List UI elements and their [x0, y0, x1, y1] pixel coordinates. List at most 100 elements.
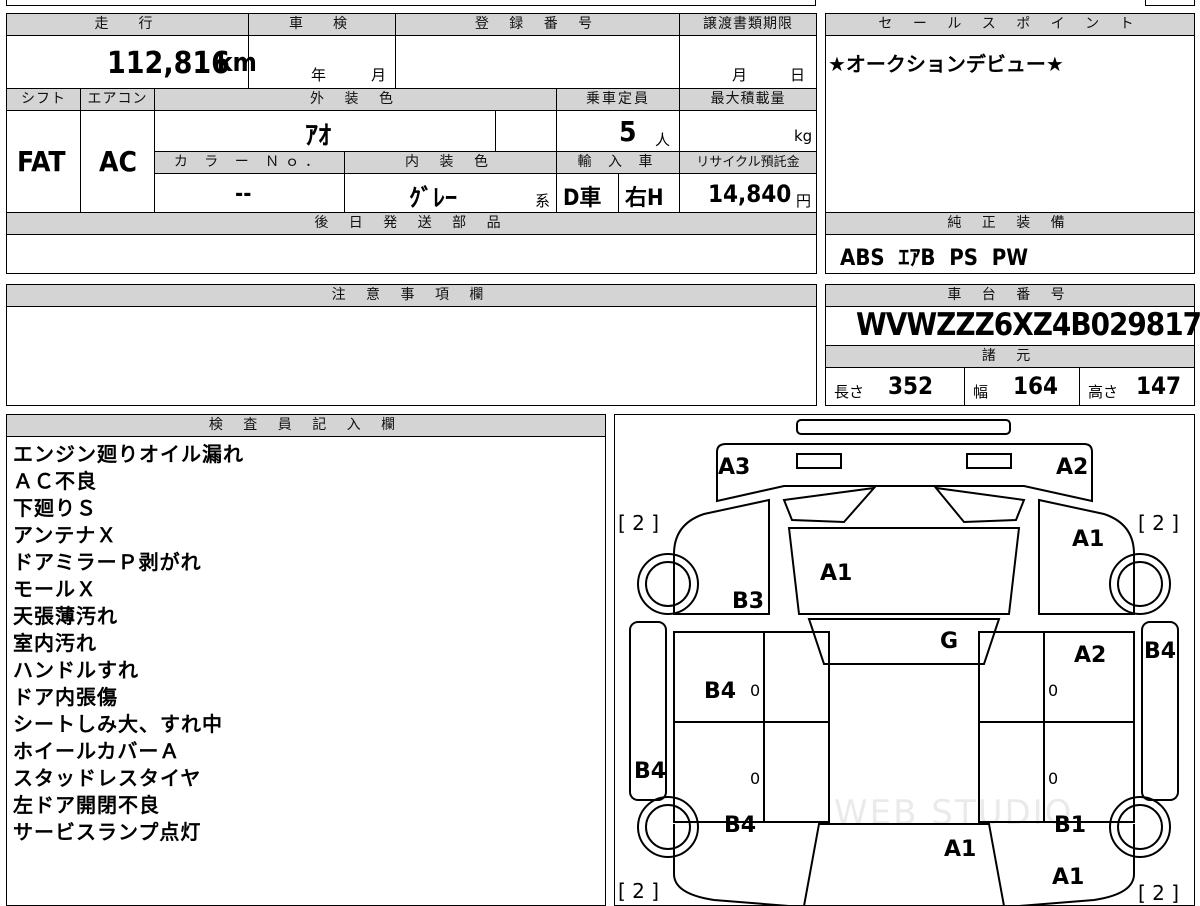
capacity-value: 5 — [619, 115, 637, 148]
width-label: 幅 — [973, 383, 989, 401]
notes-cell — [6, 306, 817, 406]
inspection-year: 年 — [311, 66, 327, 84]
transfer-month: 月 — [732, 66, 748, 84]
chassis-number: WVWZZZ6XZ4B029817 — [856, 307, 1200, 343]
grille-left-shape — [782, 486, 877, 524]
steering-value: 右H — [625, 186, 664, 211]
inspector-line: モールＸ — [13, 577, 97, 601]
mark-front-left: A3 — [718, 455, 750, 480]
length-value: 352 — [888, 372, 934, 400]
import-value: D車 — [563, 186, 602, 211]
mileage-cell: 112,816 km — [6, 35, 257, 89]
sales-point-cell: ★オークションデビュー★ — [825, 35, 1195, 213]
inspector-line: エンジン廻りオイル漏れ — [13, 442, 244, 466]
inspector-line: スタッドレスタイヤ — [13, 766, 202, 790]
length-label: 長さ — [834, 383, 865, 401]
inspector-list: エンジン廻りオイル漏れ ＡＣ不良 下廻りＳ アンテナＸ ドアミラーＰ剥がれ モールＸ 天張薄… — [13, 441, 244, 846]
height-cell: 高さ 147 — [1079, 367, 1195, 406]
later-parts-cell — [6, 234, 817, 274]
mark-right-front-door: A2 — [1074, 643, 1106, 668]
recycle-value: 14,840 — [708, 180, 792, 208]
left-front-door-shape — [673, 631, 830, 723]
inspector-cell: エンジン廻りオイル漏れ ＡＣ不良 下廻りＳ アンテナＸ ドアミラーＰ剥がれ モールＸ 天張薄… — [6, 436, 606, 906]
windshield-shape — [807, 618, 1001, 665]
exterior-value: ｱｵ — [305, 121, 332, 151]
sales-point-header: セ ー ル ス ポ イ ン ト — [825, 13, 1195, 36]
inspector-line: ハンドルすれ — [13, 658, 139, 682]
mileage-value: 112,816 — [107, 46, 230, 81]
mark-right-pillar: B4 — [1144, 639, 1176, 664]
front-panel-shape — [716, 443, 1093, 503]
colorno-header: カ ラ ー Ｎｏ． — [154, 151, 345, 174]
shift-header: シフト — [6, 88, 81, 111]
mark-left-front-door: B4 — [704, 679, 736, 704]
exterior-extra-cell — [495, 110, 557, 152]
car-diagram: A3 A2 A1 A1 B3 G A2 B4 B4 B4 B4 A1 B1 A1… — [618, 419, 1179, 906]
maxload-cell: kg — [679, 110, 817, 152]
inspector-line: 左ドア開閉不良 — [13, 793, 160, 817]
maxload-unit: kg — [794, 127, 813, 145]
tread-front-left: [ 2 ] — [618, 511, 659, 535]
zero-right-rear: 0 — [1048, 769, 1058, 788]
interior-cell: ｸﾞﾚｰ 系 — [344, 173, 557, 213]
inspector-line: 室内汚れ — [13, 631, 97, 655]
length-cell: 長さ 352 — [825, 367, 965, 406]
top-strip — [6, 0, 816, 6]
mileage-header: 走 行 — [6, 13, 249, 36]
inspector-line: 天張薄汚れ — [13, 604, 118, 628]
capacity-cell: 5 人 — [556, 110, 680, 152]
mark-left-rocker: B4 — [634, 759, 666, 784]
inspection-header: 車 検 — [248, 13, 396, 36]
headlight-left-shape — [796, 453, 842, 469]
ac-value: AC — [99, 145, 137, 178]
mark-left-fender: B3 — [732, 589, 764, 614]
top-strip-right — [1145, 0, 1195, 6]
inspector-header: 検 査 員 記 入 欄 — [6, 414, 606, 437]
transfer-header: 譲渡書類期限 — [679, 13, 817, 36]
transfer-cell: 月 日 — [679, 35, 817, 89]
inspection-cell: 年 月 — [248, 35, 396, 89]
inspection-month: 月 — [371, 66, 387, 84]
inspector-line: サービスランプ点灯 — [13, 820, 202, 844]
colorno-cell: -- — [154, 173, 345, 213]
right-front-door-shape — [978, 631, 1135, 723]
mark-front-right: A2 — [1056, 455, 1088, 480]
zero-left-rear: 0 — [750, 769, 760, 788]
mark-windshield: G — [940, 629, 958, 654]
registration-cell — [395, 35, 680, 89]
genuine-equipment-text: ABS ｴｱB PS PW — [840, 246, 1029, 271]
import-header: 輸 入 車 — [556, 151, 680, 174]
shift-value: FAT — [17, 145, 66, 178]
mark-roof-rear: A1 — [944, 837, 976, 862]
later-parts-header: 後 日 発 送 部 品 — [6, 212, 817, 235]
import-cell: D車 — [556, 173, 619, 213]
sales-point-text: ★オークションデビュー★ — [828, 52, 1064, 76]
exterior-cell: ｱｵ — [154, 110, 496, 152]
tread-rear-right: [ 2 ] — [1138, 881, 1179, 905]
mark-rear-right: A1 — [1052, 865, 1084, 890]
inspector-line: 下廻りＳ — [13, 496, 97, 520]
notes-header: 注 意 事 項 欄 — [6, 284, 817, 307]
chassis-header: 車 台 番 号 — [825, 284, 1195, 307]
zero-left-front: 0 — [750, 681, 760, 700]
mark-hood: A1 — [820, 561, 852, 586]
inspector-line: ホイールカバーＡ — [13, 739, 181, 763]
width-cell: 幅 164 — [964, 367, 1080, 406]
genuine-equipment-cell: ABS ｴｱB PS PW — [825, 234, 1195, 274]
capacity-header: 乗車定員 — [556, 88, 680, 111]
mark-left-rear-door: B4 — [724, 813, 756, 838]
front-bumper-shape — [796, 419, 1011, 435]
zero-right-front: 0 — [1048, 681, 1058, 700]
watermark: WEB STUDIO — [834, 793, 1073, 833]
headlight-right-shape — [966, 453, 1012, 469]
inspector-line: ドアミラーＰ剥がれ — [13, 550, 202, 574]
interior-value: ｸﾞﾚｰ — [409, 184, 457, 212]
inspector-line: シートしみ大、すれ中 — [13, 712, 223, 736]
shift-cell: FAT — [6, 110, 81, 213]
right-fender-shape — [1038, 498, 1135, 615]
inspector-line: ＡＣ不良 — [13, 469, 97, 493]
height-value: 147 — [1136, 372, 1182, 400]
height-label: 高さ — [1088, 383, 1119, 401]
registration-header: 登 録 番 号 — [395, 13, 680, 36]
width-value: 164 — [1013, 372, 1059, 400]
